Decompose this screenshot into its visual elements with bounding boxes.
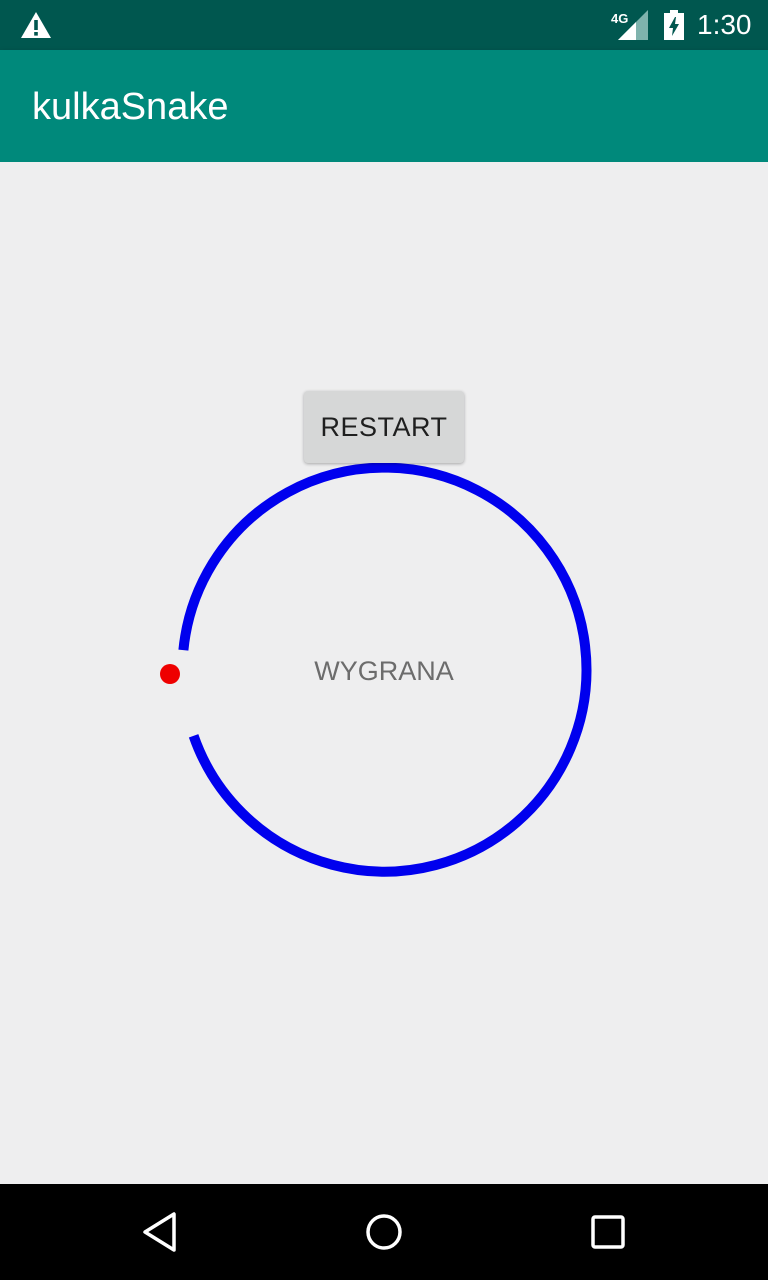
recents-icon[interactable] bbox=[590, 1214, 626, 1250]
back-icon[interactable] bbox=[140, 1210, 180, 1254]
game-canvas bbox=[160, 462, 592, 877]
red-ball bbox=[160, 664, 180, 684]
game-status-text: WYGRANA bbox=[314, 656, 454, 686]
home-icon[interactable] bbox=[364, 1212, 404, 1252]
restart-button[interactable]: RESTART bbox=[304, 391, 464, 463]
